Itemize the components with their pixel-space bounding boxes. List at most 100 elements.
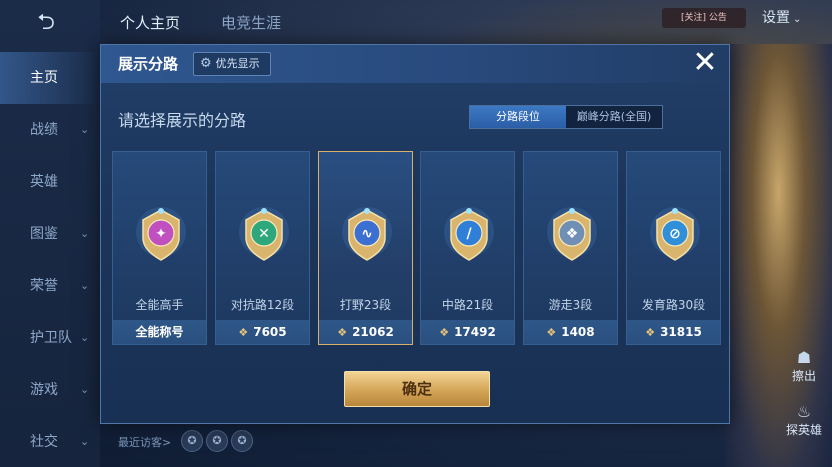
back-arrow-icon[interactable]: ⮌ bbox=[22, 10, 70, 36]
nav-item-label: 战绩 bbox=[30, 122, 58, 138]
points-icon: ❖ bbox=[439, 326, 450, 339]
chevron-down-icon: ⌄ bbox=[80, 383, 90, 396]
lane-card[interactable]: ✕ 对抗路12段 ❖ 7605 bbox=[215, 151, 310, 345]
lane-card[interactable]: ✦ 全能高手 全能称号 bbox=[112, 151, 207, 345]
emblem-glyph: / bbox=[466, 226, 472, 242]
farm-lane-emblem-icon: ⊘ bbox=[650, 207, 700, 261]
lane-card-footer: ❖ 21062 bbox=[319, 320, 412, 344]
nav-item-games[interactable]: 游戏 ⌄ bbox=[0, 364, 100, 416]
visitor-avatar[interactable]: ✪ bbox=[206, 430, 228, 452]
emblem-gem bbox=[672, 208, 678, 214]
modal-subtitle: 请选择展示的分路 bbox=[118, 111, 247, 130]
nav-item-label: 英雄 bbox=[30, 174, 58, 190]
nav-item-codex[interactable]: 图鉴 ⌄ bbox=[0, 208, 100, 260]
hero-icon: ☗ bbox=[796, 348, 812, 367]
points-icon: ❖ bbox=[645, 326, 656, 339]
segment-control: 分路段位 巅峰分路(全国) bbox=[469, 105, 663, 129]
lane-card[interactable]: ❖ 游走3段 ❖ 1408 bbox=[523, 151, 618, 345]
nav-item-honor[interactable]: 荣誉 ⌄ bbox=[0, 260, 100, 312]
segment-lane-rank[interactable]: 分路段位 bbox=[470, 106, 566, 128]
lane-card-footer: 全能称号 bbox=[113, 320, 206, 344]
chevron-down-icon: ⌄ bbox=[80, 331, 90, 344]
points-icon: ❖ bbox=[546, 326, 557, 339]
visitor-avatar[interactable]: ✪ bbox=[181, 430, 203, 452]
nav-item-heroes[interactable]: 英雄 bbox=[0, 156, 100, 208]
lane-card-value: 7605 bbox=[253, 325, 287, 339]
nav-item-social[interactable]: 社交 ⌄ bbox=[0, 416, 100, 467]
lane-card-list: ✦ 全能高手 全能称号 ✕ 对抗路12段 ❖ 7605 ∿ 打野23段 ❖ 2106… bbox=[112, 151, 722, 345]
nav-item-home[interactable]: 主页 bbox=[0, 52, 100, 104]
chevron-down-icon: ⌄ bbox=[793, 14, 802, 25]
emblem-glyph: ✦ bbox=[155, 226, 167, 242]
chevron-down-icon: ⌄ bbox=[80, 123, 90, 136]
priority-display-button[interactable]: ⚙ 优先显示 bbox=[193, 52, 271, 76]
emblem-glyph: ⊘ bbox=[669, 226, 681, 242]
hero-action-upper[interactable]: ☗ 擦出 bbox=[784, 348, 824, 384]
lane-card-name: 对抗路12段 bbox=[230, 298, 295, 312]
nav-list: 主页 战绩 ⌄ 英雄 图鉴 ⌄ 荣誉 ⌄ 护卫队 ⌄ 游戏 ⌄ 社交 ⌄ bbox=[0, 52, 100, 467]
lane-card-value: 21062 bbox=[352, 325, 394, 339]
lane-card-name: 发育路30段 bbox=[641, 298, 706, 312]
nav-item-label: 荣誉 bbox=[30, 278, 58, 294]
tab-esports[interactable]: 电竞生涯 bbox=[221, 12, 281, 33]
lane-card-name: 全能高手 bbox=[135, 298, 184, 312]
lane-card-footer: ❖ 17492 bbox=[421, 320, 514, 344]
points-icon: ❖ bbox=[238, 326, 249, 339]
tab-profile[interactable]: 个人主页 bbox=[120, 12, 180, 33]
lane-card-value: 17492 bbox=[454, 325, 496, 339]
clash-lane-emblem-icon: ✕ bbox=[239, 207, 289, 261]
recent-visitors-link[interactable]: 最近访客> bbox=[118, 434, 171, 450]
hero-action-label: 擦出 bbox=[791, 369, 816, 383]
flame-icon: ♨ bbox=[796, 402, 812, 421]
lane-card-name: 游走3段 bbox=[548, 298, 593, 312]
emblem-gem bbox=[364, 208, 370, 214]
nav-item-label: 主页 bbox=[30, 70, 58, 86]
top-tabs: 个人主页 电竞生涯 bbox=[100, 0, 640, 44]
lane-card[interactable]: ∿ 打野23段 ❖ 21062 bbox=[318, 151, 413, 345]
display-lane-modal: 展示分路 ⚙ 优先显示 ✕ 请选择展示的分路 分路段位 巅峰分路(全国) ✦ 全能… bbox=[100, 44, 730, 424]
emblem-gem bbox=[466, 208, 472, 214]
nav-item-label: 护卫队 bbox=[30, 330, 72, 346]
gear-icon: ⚙ bbox=[200, 56, 212, 71]
lane-card[interactable]: / 中路21段 ❖ 17492 bbox=[420, 151, 515, 345]
chevron-down-icon: ⌄ bbox=[80, 227, 90, 240]
emblem-gem bbox=[261, 208, 267, 214]
confirm-button[interactable]: 确定 bbox=[344, 371, 490, 407]
lane-card-value: 全能称号 bbox=[135, 325, 184, 339]
allround-emblem-icon: ✦ bbox=[136, 207, 186, 261]
nav-item-label: 游戏 bbox=[30, 382, 58, 398]
segment-peak-lane[interactable]: 巅峰分路(全国) bbox=[566, 106, 662, 128]
settings-button[interactable]: 设置 ⌄ bbox=[762, 7, 801, 27]
lane-card-footer: ❖ 31815 bbox=[627, 320, 720, 344]
points-icon: ❖ bbox=[337, 326, 348, 339]
lane-card-value: 1408 bbox=[561, 325, 595, 339]
lane-card-value: 31815 bbox=[660, 325, 702, 339]
settings-label: 设置 bbox=[762, 10, 790, 26]
emblem-glyph: ✕ bbox=[258, 226, 270, 242]
explore-hero-button[interactable]: ♨ 探英雄 bbox=[784, 402, 824, 438]
emblem-glyph: ❖ bbox=[566, 226, 579, 242]
left-sidebar: ⮌ 主页 战绩 ⌄ 英雄 图鉴 ⌄ 荣誉 ⌄ 护卫队 ⌄ 游戏 ⌄ 社交 ⌄ bbox=[0, 0, 100, 467]
nav-item-label: 图鉴 bbox=[30, 226, 58, 242]
nav-item-record[interactable]: 战绩 ⌄ bbox=[0, 104, 100, 156]
emblem-gem bbox=[158, 208, 164, 214]
notice-badge[interactable]: [关注] 公告 bbox=[662, 8, 746, 28]
modal-title: 展示分路 bbox=[118, 55, 179, 73]
lane-card-footer: ❖ 1408 bbox=[524, 320, 617, 344]
modal-header: 展示分路 ⚙ 优先显示 ✕ bbox=[101, 45, 729, 83]
emblem-gem bbox=[569, 208, 575, 214]
chevron-down-icon: ⌄ bbox=[80, 435, 90, 448]
priority-label: 优先显示 bbox=[215, 57, 260, 70]
emblem-glyph: ∿ bbox=[361, 226, 373, 242]
lane-card-name: 中路21段 bbox=[441, 298, 494, 312]
visitor-avatar[interactable]: ✪ bbox=[231, 430, 253, 452]
lane-card-name: 打野23段 bbox=[339, 298, 392, 312]
roam-emblem-icon: ❖ bbox=[547, 207, 597, 261]
mid-lane-emblem-icon: / bbox=[444, 207, 494, 261]
nav-item-guard[interactable]: 护卫队 ⌄ bbox=[0, 312, 100, 364]
lane-card[interactable]: ⊘ 发育路30段 ❖ 31815 bbox=[626, 151, 721, 345]
close-icon[interactable]: ✕ bbox=[689, 47, 721, 79]
chevron-down-icon: ⌄ bbox=[80, 279, 90, 292]
lane-card-footer: ❖ 7605 bbox=[216, 320, 309, 344]
jungle-emblem-icon: ∿ bbox=[342, 207, 392, 261]
